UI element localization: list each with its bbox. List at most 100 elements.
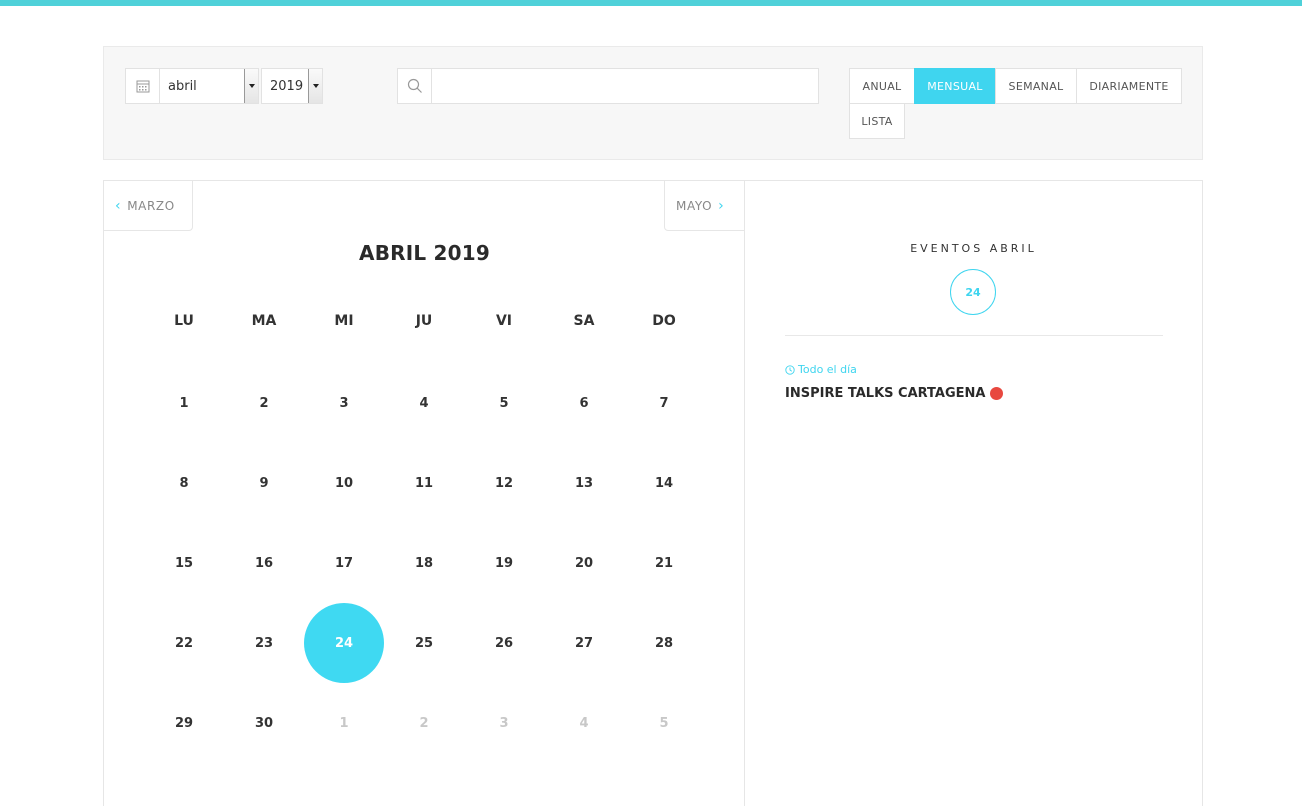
day-cell[interactable]: 13 [544,443,624,523]
next-month-button[interactable]: MAYO › [664,180,745,231]
divider [785,335,1163,336]
day-cell[interactable]: 6 [544,363,624,443]
day-cell[interactable]: 4 [384,363,464,443]
day-cell[interactable]: 17 [304,523,384,603]
tab-mensual[interactable]: MENSUAL [914,68,996,104]
day-cell[interactable]: 21 [624,523,704,603]
day-cell[interactable]: 25 [384,603,464,683]
day-number: 22 [174,635,194,651]
event-title[interactable]: INSPIRE TALKS CARTAGENA [785,386,985,401]
day-cell[interactable]: 2 [224,363,304,443]
day-cell[interactable]: 8 [144,443,224,523]
chevron-down-icon[interactable] [244,69,258,103]
weekday-label: MA [251,313,277,329]
day-cell[interactable]: 15 [144,523,224,603]
day-number: 5 [659,715,669,731]
chevron-down-icon[interactable] [308,69,322,103]
chevron-right-icon: › [718,197,725,214]
day-cell[interactable]: 10 [304,443,384,523]
event-item[interactable]: INSPIRE TALKS CARTAGENA [785,386,1004,401]
weekday-header: LU MA MI JU VI SA DO [144,313,704,329]
selected-day-badge: 24 [950,269,996,315]
day-number: 29 [174,715,194,731]
day-number: 19 [494,555,514,571]
day-cell[interactable]: 3 [304,363,384,443]
day-number: 23 [254,635,274,651]
day-cell[interactable]: 16 [224,523,304,603]
month-calendar: ‹ MARZO MAYO › ABRIL 2019 LU MA MI JU VI… [103,180,745,806]
selected-day-cell[interactable]: 24 [304,603,384,683]
day-number: 28 [654,635,674,651]
day-cell[interactable]: 12 [464,443,544,523]
next-month-label: MAYO [676,198,713,213]
day-number: 16 [254,555,274,571]
day-number: 30 [254,715,274,731]
day-number: 21 [654,555,674,571]
day-number: 24 [304,603,384,683]
day-cell[interactable]: 1 [304,683,384,763]
year-select-value: 2019 [270,78,304,94]
events-heading: EVENTOS ABRIL [910,242,1037,255]
day-cell[interactable]: 22 [144,603,224,683]
day-cell[interactable]: 28 [624,603,704,683]
year-select[interactable]: 2019 [261,68,323,104]
weekday-label: VI [495,313,513,329]
day-number: 1 [339,715,349,731]
day-cell[interactable]: 5 [464,363,544,443]
day-number: 12 [494,475,514,491]
day-cell[interactable]: 14 [624,443,704,523]
day-number: 10 [334,475,354,491]
weekday-label: DO [652,313,676,329]
day-number: 3 [499,715,509,731]
month-title: ABRIL 2019 [359,241,490,265]
day-number: 3 [339,395,349,411]
day-number: 13 [574,475,594,491]
calendar-container: ‹ MARZO MAYO › ABRIL 2019 LU MA MI JU VI… [103,180,1203,806]
search-input[interactable] [432,68,819,104]
event-time: Todo el día [785,363,857,376]
day-number: 25 [414,635,434,651]
day-cell[interactable]: 2 [384,683,464,763]
day-cell[interactable]: 20 [544,523,624,603]
day-cell[interactable]: 29 [144,683,224,763]
day-number: 26 [494,635,514,651]
day-cell[interactable]: 27 [544,603,624,683]
day-cell[interactable]: 30 [224,683,304,763]
day-number: 15 [174,555,194,571]
day-number: 14 [654,475,674,491]
day-cell[interactable]: 11 [384,443,464,523]
chevron-left-icon: ‹ [115,197,122,214]
day-number: 18 [414,555,434,571]
day-cell[interactable]: 9 [224,443,304,523]
day-cell[interactable]: 3 [464,683,544,763]
day-number: 5 [499,395,509,411]
filter-panel: abril 2019 ANUAL MENSUAL SEMANAL DIARIAM… [103,46,1203,160]
day-cell[interactable]: 4 [544,683,624,763]
prev-month-label: MARZO [127,198,175,213]
day-cell[interactable]: 5 [624,683,704,763]
month-select-value: abril [168,78,197,94]
clock-icon [785,364,795,375]
day-cell[interactable]: 18 [384,523,464,603]
day-number: 4 [419,395,429,411]
search-box [397,68,819,104]
day-cell[interactable]: 1 [144,363,224,443]
top-accent-bar [0,0,1302,6]
day-number: 4 [579,715,589,731]
day-number: 8 [179,475,189,491]
day-cell[interactable]: 7 [624,363,704,443]
tab-lista[interactable]: LISTA [849,103,905,139]
tab-anual[interactable]: ANUAL [849,68,915,104]
month-select[interactable]: abril [160,68,259,104]
day-cell[interactable]: 26 [464,603,544,683]
view-tabs: ANUAL MENSUAL SEMANAL DIARIAMENTE LISTA [849,68,1182,139]
day-grid: 1 2 3 4 5 6 7 8 9 10 11 12 13 14 15 16 17 18 19 20 21 22 23 24 2… [144,363,704,763]
day-cell[interactable]: 19 [464,523,544,603]
day-number: 2 [419,715,429,731]
prev-month-button[interactable]: ‹ MARZO [103,180,193,231]
tab-diariamente[interactable]: DIARIAMENTE [1076,68,1182,104]
tab-semanal[interactable]: SEMANAL [995,68,1077,104]
day-number: 9 [259,475,269,491]
day-cell[interactable]: 23 [224,603,304,683]
date-picker: abril 2019 [125,68,323,104]
